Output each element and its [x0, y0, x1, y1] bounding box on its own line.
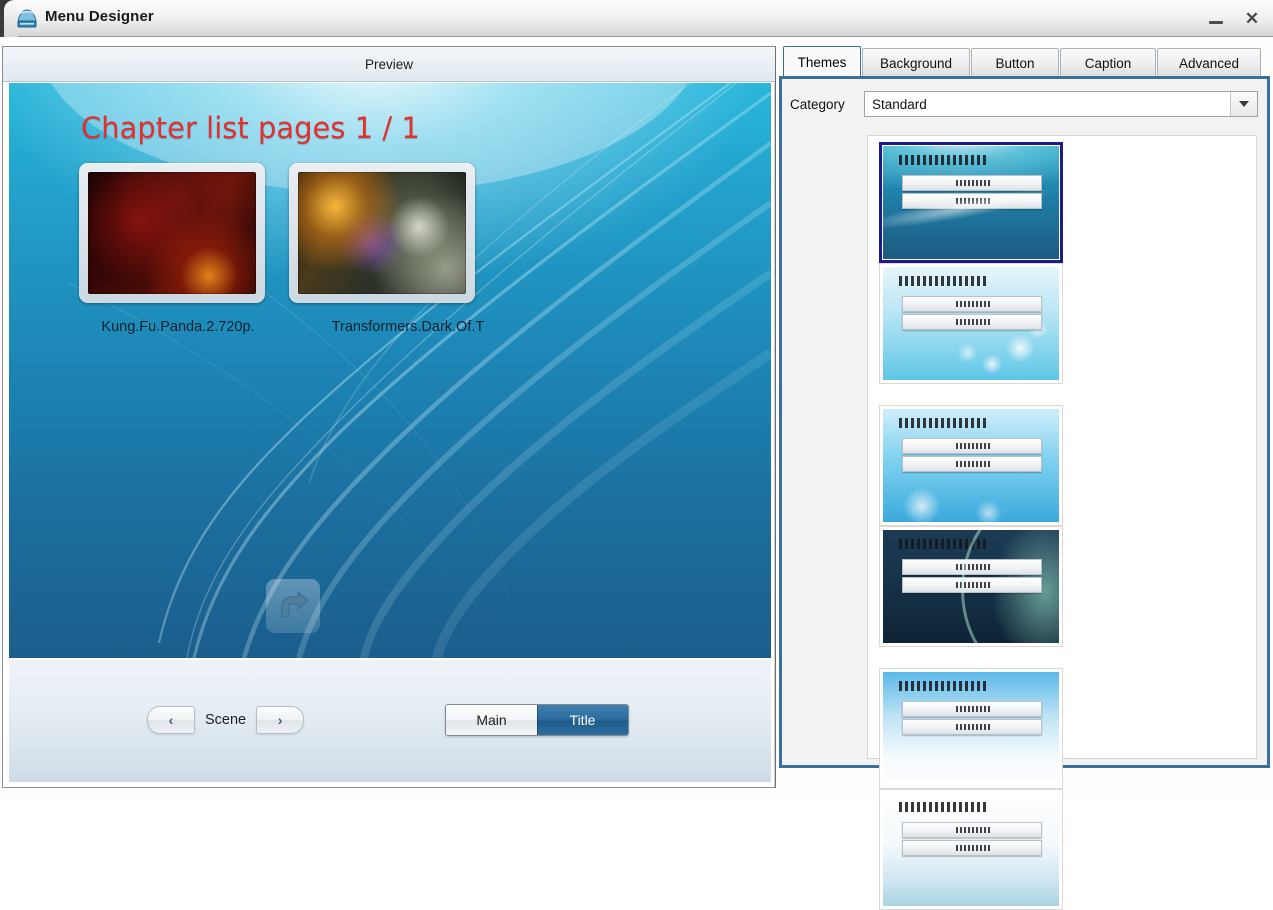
theme-item-aurora-blue[interactable]	[879, 142, 1063, 263]
next-page-arrow-icon[interactable]	[266, 579, 320, 633]
preview-pane: Preview Chapter list pages 1 / 1 Kung.Fu…	[2, 46, 776, 788]
category-select[interactable]: Standard	[864, 91, 1258, 117]
toggle-title-button[interactable]: Title	[537, 705, 628, 735]
menu-designer-window: Menu Designer ✕ Preview Chapter list pag…	[0, 0, 1273, 910]
tab-button[interactable]: Button	[971, 48, 1059, 78]
theme-item-sky-bubbles[interactable]	[879, 405, 1063, 526]
options-tabstrip: Themes Background Button Caption Advance…	[783, 46, 1266, 78]
theme-button-placeholder	[902, 719, 1042, 735]
chevron-down-icon[interactable]	[1230, 92, 1257, 116]
tab-background[interactable]: Background	[862, 48, 970, 78]
theme-item-dark-orbit[interactable]	[879, 526, 1063, 647]
window-title: Menu Designer	[45, 8, 154, 25]
theme-grid	[868, 142, 1256, 910]
toggle-main-button[interactable]: Main	[446, 705, 537, 735]
theme-title-placeholder	[898, 418, 987, 429]
themes-panel: Category Standard	[779, 76, 1270, 910]
theme-button-placeholder	[902, 559, 1042, 575]
theme-button-placeholder	[902, 577, 1042, 593]
category-row: Category Standard	[790, 91, 1258, 117]
theme-button-placeholder	[902, 193, 1042, 209]
scene-navigation: ‹ Scene ›	[147, 706, 305, 734]
app-icon	[15, 7, 39, 30]
scene-label: Scene	[205, 712, 247, 728]
theme-button-placeholder	[902, 175, 1042, 191]
theme-thumbnail	[883, 530, 1059, 643]
chapter-thumbnail-kung-fu-panda[interactable]	[79, 163, 265, 303]
theme-button-placeholder	[902, 314, 1042, 330]
chapter-thumbnail-transformers[interactable]	[289, 163, 475, 303]
title-bar: Menu Designer ✕	[0, 0, 1273, 37]
theme-title-placeholder	[898, 681, 987, 692]
tab-caption[interactable]: Caption	[1060, 48, 1156, 78]
chapter-caption-list: Kung.Fu.Panda.2.720p. Transformers.Dark.…	[67, 319, 519, 335]
theme-title-placeholder	[898, 276, 987, 287]
theme-title-placeholder	[898, 155, 987, 166]
theme-title-placeholder	[898, 802, 987, 813]
theme-item-light-gradient[interactable]	[879, 668, 1063, 789]
theme-button-placeholder	[902, 822, 1042, 838]
close-button[interactable]: ✕	[1241, 7, 1263, 29]
options-pane: Themes Background Button Caption Advance…	[779, 46, 1270, 910]
category-label: Category	[790, 96, 845, 112]
theme-thumbnail	[883, 793, 1059, 906]
kung-fu-panda-thumb	[88, 172, 256, 294]
preview-header: Preview	[3, 47, 775, 82]
theme-thumbnail	[883, 146, 1059, 259]
window-controls: ✕	[1205, 4, 1263, 32]
tab-advanced[interactable]: Advanced	[1157, 48, 1261, 78]
window-corner-decoration	[0, 0, 18, 37]
scene-next-button[interactable]: ›	[256, 706, 305, 734]
theme-button-placeholder	[902, 296, 1042, 312]
theme-thumbnail	[883, 267, 1059, 380]
scene-prev-button[interactable]: ‹	[147, 706, 195, 734]
chapter-caption: Transformers.Dark.Of.T	[331, 319, 485, 335]
preview-footer-controls: ‹ Scene › Main Title	[9, 659, 771, 782]
menu-title-text: Chapter list pages 1 / 1	[81, 111, 420, 145]
category-value: Standard	[872, 96, 927, 112]
theme-list[interactable]	[867, 135, 1257, 910]
theme-row-spacer	[868, 647, 1256, 668]
theme-button-placeholder	[902, 840, 1042, 856]
tab-themes[interactable]: Themes	[783, 46, 861, 78]
theme-item-soft-mist[interactable]	[879, 789, 1063, 910]
theme-button-placeholder	[902, 456, 1042, 472]
theme-button-placeholder	[902, 438, 1042, 454]
chapter-thumbnail-list	[79, 163, 475, 303]
theme-row-spacer	[868, 384, 1256, 405]
theme-thumbnail	[883, 409, 1059, 522]
menu-preview-canvas[interactable]: Chapter list pages 1 / 1 Kung.Fu.Panda.2…	[9, 83, 771, 658]
chapter-caption: Kung.Fu.Panda.2.720p.	[101, 319, 255, 335]
theme-title-placeholder	[898, 539, 987, 550]
menu-page-toggle: Main Title	[445, 704, 629, 736]
theme-thumbnail	[883, 672, 1059, 785]
minimize-button[interactable]	[1205, 7, 1227, 29]
transformers-thumb	[298, 172, 466, 294]
theme-button-placeholder	[902, 701, 1042, 717]
theme-item-bokeh-cyan[interactable]	[879, 263, 1063, 384]
